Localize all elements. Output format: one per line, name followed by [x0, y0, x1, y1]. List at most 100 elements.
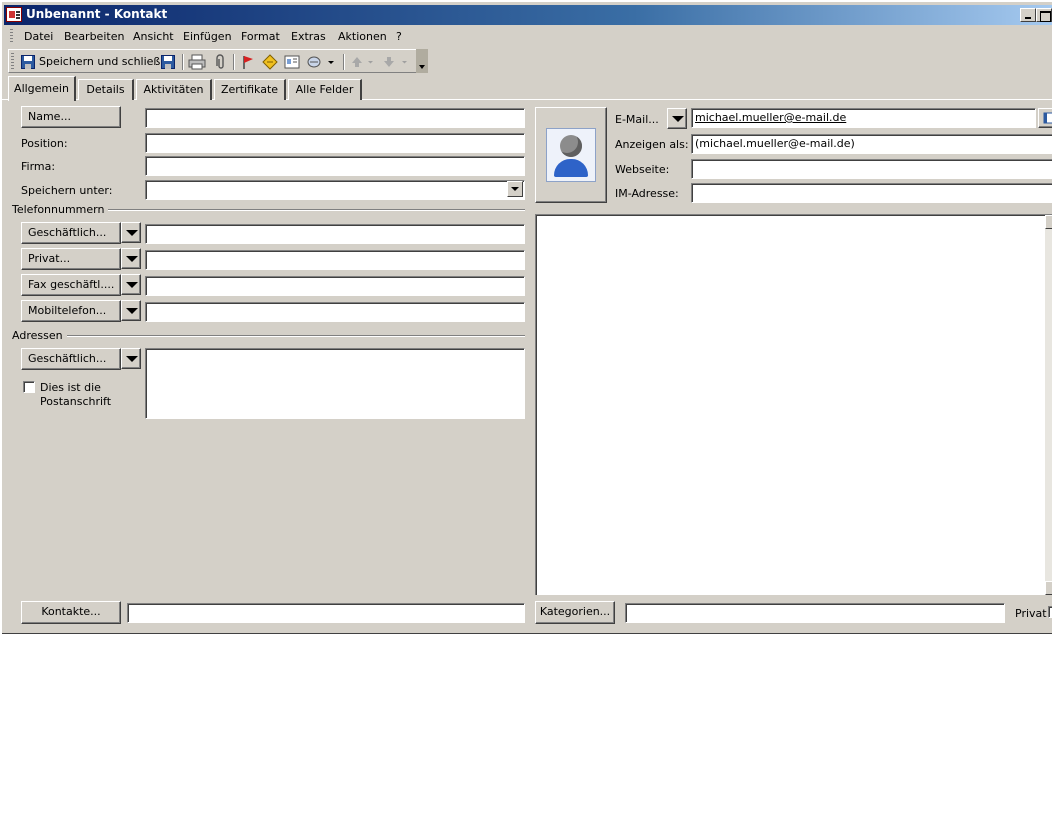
menu-ansicht[interactable]: Ansicht: [133, 30, 174, 43]
contact-window: Unbenannt - Kontakt Datei Bearbeiten Ans…: [0, 0, 1052, 634]
attach-button[interactable]: [211, 53, 229, 71]
company-input[interactable]: [145, 156, 525, 176]
phone-private-button[interactable]: Privat...: [21, 248, 121, 270]
postal-address-label-line1: Dies ist die: [40, 381, 101, 394]
address-type-dropdown[interactable]: [121, 348, 141, 369]
display-as-label: Anzeigen als:: [615, 138, 689, 151]
email-value[interactable]: michael.mueller@e-mail.de: [695, 111, 846, 124]
minimize-button[interactable]: [1020, 8, 1036, 22]
menu-bearbeiten[interactable]: Bearbeiten: [64, 30, 124, 43]
menu-einfuegen[interactable]: Einfügen: [183, 30, 232, 43]
tab-alle-felder[interactable]: Alle Felder: [288, 79, 362, 100]
phone-business-input[interactable]: [145, 224, 525, 244]
menu-help[interactable]: ?: [396, 30, 402, 43]
tab-aktivitaeten[interactable]: Aktivitäten: [136, 79, 212, 100]
diamond-icon: [262, 54, 278, 70]
next-item-button: [381, 53, 413, 71]
website-input[interactable]: [691, 159, 1052, 179]
phone-fax-dropdown[interactable]: [121, 274, 141, 295]
address-book-button[interactable]: [1038, 108, 1052, 128]
save-and-close-button[interactable]: Speichern und schließen: [19, 53, 174, 71]
address-card-icon: [284, 55, 300, 69]
postal-address-checkbox[interactable]: [23, 381, 35, 393]
website-label: Webseite:: [615, 163, 670, 176]
contact-photo-button[interactable]: [535, 107, 607, 203]
menu-extras[interactable]: Extras: [291, 30, 326, 43]
standard-toolbar: Speichern und schließen: [8, 49, 428, 73]
address-business-button[interactable]: Geschäftlich...: [21, 348, 121, 370]
scroll-up-icon[interactable]: [1045, 215, 1052, 229]
contacts-input[interactable]: [127, 603, 525, 623]
categories-input[interactable]: [625, 603, 1005, 623]
menu-aktionen[interactable]: Aktionen: [338, 30, 387, 43]
phone-fax-button[interactable]: Fax geschäftl....: [21, 274, 121, 296]
categories-button[interactable]: Kategorien...: [535, 601, 615, 624]
toolbar-separator: [233, 54, 235, 70]
maximize-button[interactable]: [1036, 8, 1052, 22]
name-button[interactable]: Name...: [21, 106, 121, 128]
name-input[interactable]: [145, 108, 525, 128]
follow-up-button[interactable]: [239, 53, 257, 71]
window-bottom-border: [2, 633, 1052, 634]
address-section-title: Adressen: [12, 329, 67, 342]
save-button[interactable]: [159, 53, 179, 71]
phone-fax-input[interactable]: [145, 276, 525, 296]
phone-mobile-input[interactable]: [145, 302, 525, 322]
tab-zertifikate[interactable]: Zertifikate: [214, 79, 286, 100]
notes-scrollbar[interactable]: [1045, 215, 1052, 595]
up-arrow-icon: [352, 57, 373, 67]
activities-button[interactable]: [261, 53, 279, 71]
chevron-down-icon[interactable]: [507, 181, 523, 197]
phone-private-input[interactable]: [145, 250, 525, 270]
menu-bar: Datei Bearbeiten Ansicht Einfügen Format…: [4, 27, 1052, 47]
contact-card-icon[interactable]: [6, 7, 22, 22]
phone-section-title: Telefonnummern: [12, 203, 109, 216]
postal-address-label-line2: Postanschrift: [40, 395, 112, 408]
new-item-button[interactable]: [305, 53, 337, 71]
email-button[interactable]: E-Mail...: [615, 113, 659, 126]
position-label: Position:: [21, 137, 68, 150]
contact-photo-icon: [546, 128, 596, 182]
tab-strip: Allgemein Details Aktivitäten Zertifikat…: [2, 76, 1052, 101]
address-book-icon: [1043, 112, 1052, 124]
phone-private-dropdown[interactable]: [121, 248, 141, 269]
notes-textarea[interactable]: [535, 214, 1052, 595]
print-icon: [188, 54, 206, 70]
toolbar-grip[interactable]: [11, 53, 14, 69]
toolbar-separator: [182, 54, 184, 70]
save-icon: [21, 55, 35, 69]
paperclip-icon: [216, 54, 224, 69]
scroll-down-icon[interactable]: [1045, 581, 1052, 595]
tab-details[interactable]: Details: [78, 79, 134, 100]
new-item-icon: [307, 56, 334, 68]
contacts-button[interactable]: Kontakte...: [21, 601, 121, 624]
phone-business-button[interactable]: Geschäftlich...: [21, 222, 121, 244]
toolbar-separator: [343, 54, 345, 70]
save-as-combobox[interactable]: [145, 180, 525, 200]
phone-mobile-button[interactable]: Mobiltelefon...: [21, 300, 121, 322]
tab-allgemein[interactable]: Allgemein: [8, 76, 76, 101]
im-address-input[interactable]: [691, 183, 1052, 203]
previous-item-button: [349, 53, 377, 71]
menu-format[interactable]: Format: [241, 30, 280, 43]
address-section-rule: [12, 335, 525, 337]
address-card-button[interactable]: [283, 53, 301, 71]
menu-grip[interactable]: [10, 29, 13, 43]
company-label: Firma:: [21, 160, 56, 173]
email-input[interactable]: michael.mueller@e-mail.de: [691, 108, 1036, 128]
email-type-dropdown[interactable]: [667, 108, 687, 129]
print-button[interactable]: [187, 53, 207, 71]
display-as-input[interactable]: (michael.mueller@e-mail.de): [691, 134, 1052, 154]
down-arrow-icon: [384, 57, 407, 67]
im-address-label: IM-Adresse:: [615, 187, 679, 200]
toolbar-options-chevron[interactable]: [416, 49, 428, 73]
phone-mobile-dropdown[interactable]: [121, 300, 141, 321]
position-input[interactable]: [145, 133, 525, 153]
phone-business-dropdown[interactable]: [121, 222, 141, 243]
menu-datei[interactable]: Datei: [24, 30, 53, 43]
address-textarea[interactable]: [145, 348, 525, 419]
private-checkbox[interactable]: [1048, 606, 1052, 618]
window-title: Unbenannt - Kontakt: [26, 7, 168, 21]
flag-icon: [243, 56, 253, 69]
title-bar: Unbenannt - Kontakt: [4, 5, 1052, 25]
